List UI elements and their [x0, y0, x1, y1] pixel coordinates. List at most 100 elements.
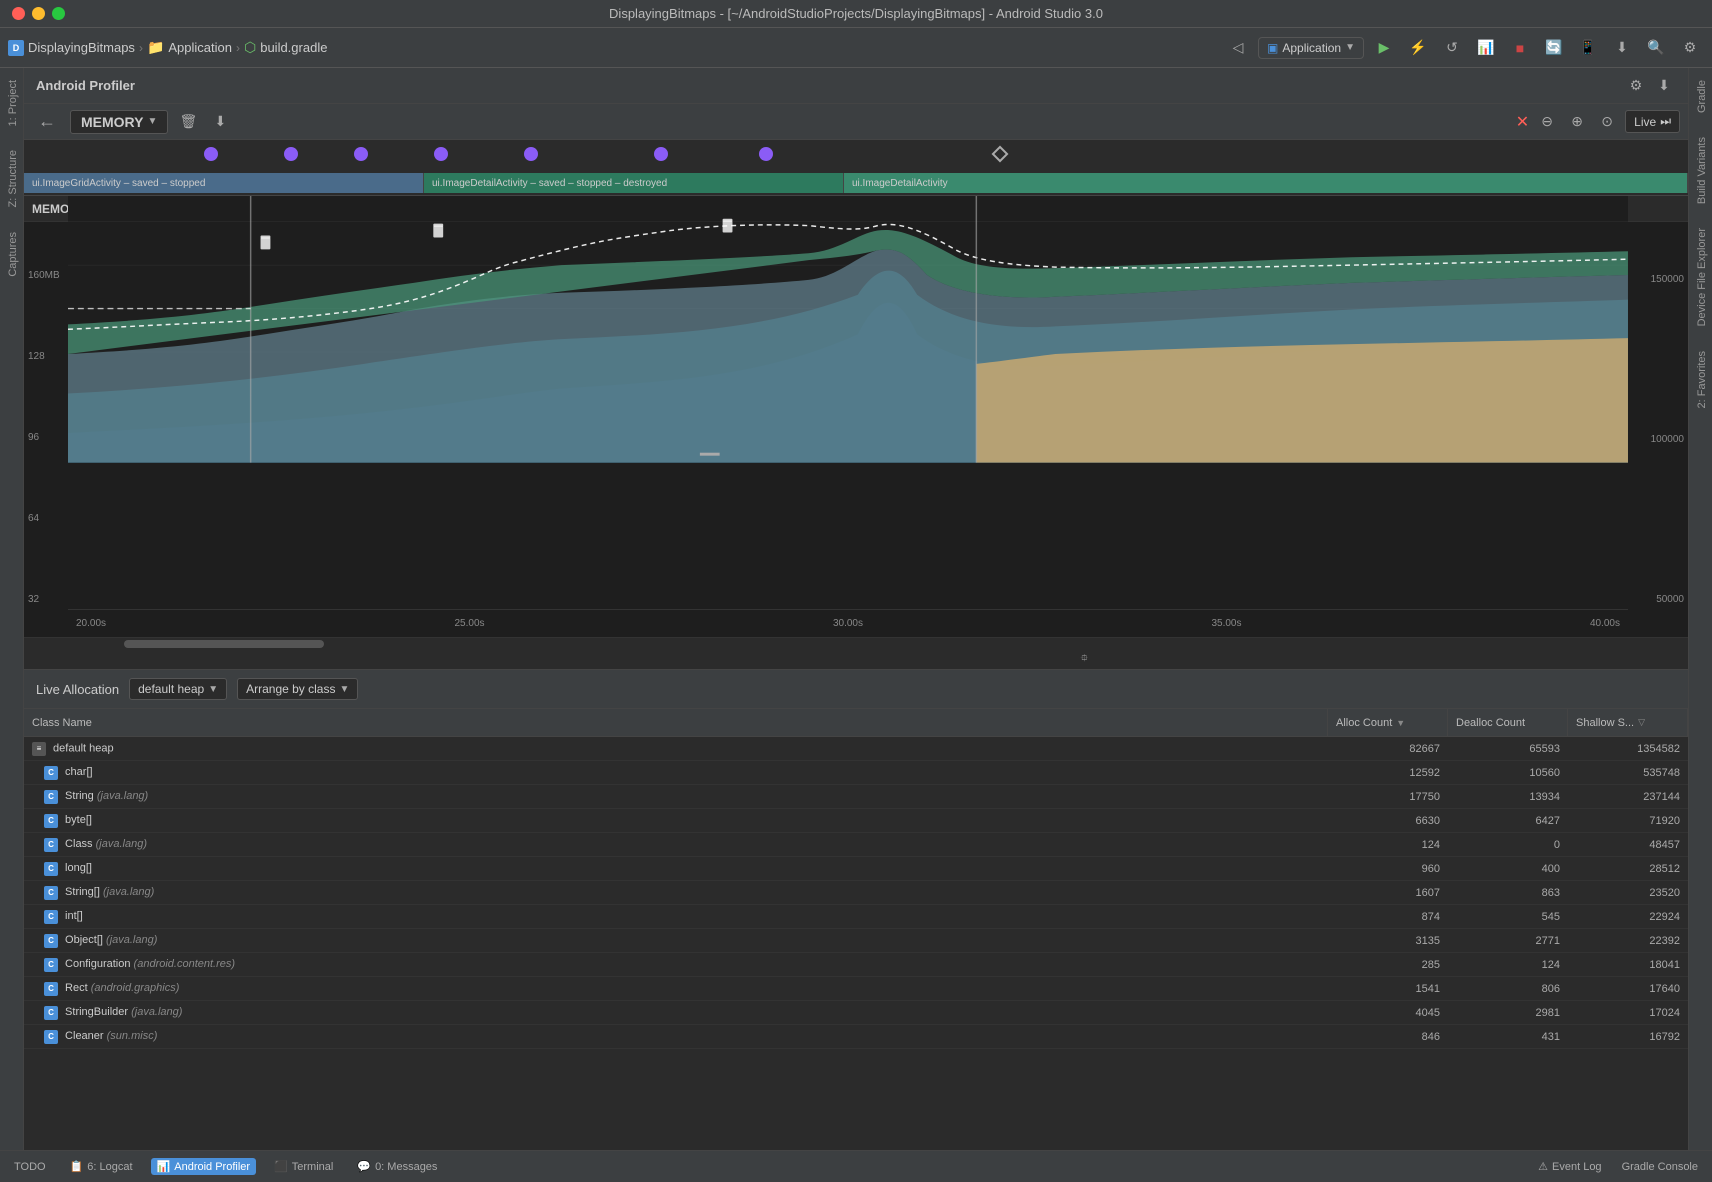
side-tab-device-file[interactable]: Device File Explorer	[1689, 216, 1712, 338]
sync-button[interactable]: 🔄	[1540, 34, 1568, 62]
table-row[interactable]: C Configuration (android.content.res) 28…	[24, 953, 1688, 977]
row-class-name: C long[]	[24, 859, 1328, 879]
class-icon: C	[44, 958, 58, 972]
breadcrumb-sep-2: ›	[236, 41, 240, 55]
gradle-console-label: Gradle Console	[1622, 1161, 1698, 1173]
cursor-pos: ⯐	[1081, 651, 1089, 668]
traffic-lights	[12, 7, 65, 20]
class-icon: C	[44, 838, 58, 852]
status-event-log[interactable]: ⚠ Event Log	[1532, 1158, 1607, 1175]
debug-button[interactable]: ⚡	[1404, 34, 1432, 62]
row-class-name: C String[] (java.lang)	[24, 883, 1328, 903]
col-class-name[interactable]: Class Name	[24, 709, 1328, 736]
memory-close-btn[interactable]: ✕	[1516, 112, 1529, 132]
breadcrumb: D DisplayingBitmaps › 📁 Application › ⬡ …	[8, 39, 327, 56]
table-row[interactable]: C Object[] (java.lang) 3135 2771 22392	[24, 929, 1688, 953]
table-row[interactable]: C char[] 12592 10560 535748	[24, 761, 1688, 785]
col-shallow-size[interactable]: Shallow S... ▽	[1568, 709, 1688, 736]
row-alloc: 846	[1328, 1028, 1448, 1046]
search-everywhere-button[interactable]: 🔍	[1642, 34, 1670, 62]
heap-dropdown-icon: ▼	[208, 684, 218, 695]
row-shallow: 18041	[1568, 956, 1688, 974]
row-shallow: 535748	[1568, 764, 1688, 782]
table-row[interactable]: C StringBuilder (java.lang) 4045 2981 17…	[24, 1001, 1688, 1025]
status-terminal[interactable]: ⬛ Terminal	[268, 1158, 339, 1175]
sdk-button[interactable]: ⬇	[1608, 34, 1636, 62]
activity-3: ui.ImageDetailActivity	[844, 173, 1688, 193]
zoom-in-btn[interactable]: ⊕	[1565, 110, 1589, 134]
col-alloc-count[interactable]: Alloc Count ▼	[1328, 709, 1448, 736]
class-icon: C	[44, 790, 58, 804]
allocation-table[interactable]: Class Name Alloc Count ▼ Dealloc Count S…	[24, 709, 1688, 1150]
row-class-name: C Configuration (android.content.res)	[24, 955, 1328, 975]
side-tab-gradle[interactable]: Gradle	[1689, 68, 1712, 125]
avd-button[interactable]: 📱	[1574, 34, 1602, 62]
gc-dot-4	[434, 147, 448, 161]
table-row[interactable]: C byte[] 6630 6427 71920	[24, 809, 1688, 833]
table-row[interactable]: C String[] (java.lang) 1607 863 23520	[24, 881, 1688, 905]
status-logcat[interactable]: 📋 6: Logcat	[64, 1158, 139, 1175]
gc-dots-row	[204, 148, 1688, 160]
back-button[interactable]: ←	[32, 109, 62, 134]
zoom-out-btn[interactable]: ⊖	[1535, 110, 1559, 134]
status-todo[interactable]: TODO	[8, 1159, 52, 1175]
profiler-close-btn[interactable]: ⬇	[1652, 74, 1676, 98]
status-messages[interactable]: 💬 0: Messages	[351, 1158, 443, 1175]
settings-button[interactable]: ⚙	[1676, 34, 1704, 62]
row-dealloc: 0	[1448, 836, 1568, 854]
table-row[interactable]: ≡ default heap 82667 65593 1354582	[24, 737, 1688, 761]
status-profiler[interactable]: 📊 Android Profiler	[151, 1158, 257, 1175]
table-row[interactable]: C String (java.lang) 17750 13934 237144	[24, 785, 1688, 809]
table-row[interactable]: C long[] 960 400 28512	[24, 857, 1688, 881]
table-row[interactable]: C Cleaner (sun.misc) 846 431 16792	[24, 1025, 1688, 1049]
row-alloc: 82667	[1328, 740, 1448, 758]
gc-dot-5	[524, 147, 538, 161]
table-row[interactable]: C Rect (android.graphics) 1541 806 17640	[24, 977, 1688, 1001]
heap-select-label: default heap	[138, 682, 204, 696]
profiler-settings-btn[interactable]: ⚙	[1624, 74, 1648, 98]
run-button[interactable]: ▶	[1370, 34, 1398, 62]
row-alloc: 12592	[1328, 764, 1448, 782]
run-config-dropdown[interactable]: ▣ Application ▼	[1258, 37, 1364, 59]
side-tab-captures[interactable]: Captures	[0, 220, 23, 289]
heap-select-dropdown[interactable]: default heap ▼	[129, 678, 227, 700]
memory-dropdown-icon: ▼	[147, 116, 157, 127]
arrange-select-dropdown[interactable]: Arrange by class ▼	[237, 678, 358, 700]
gc-dot-1	[204, 147, 218, 161]
gc-button[interactable]: 🗑	[176, 110, 200, 134]
chart-scrollbar[interactable]	[24, 637, 1688, 649]
profile-button[interactable]: 📊	[1472, 34, 1500, 62]
arrange-select-label: Arrange by class	[246, 682, 335, 696]
x-axis: 20.00s 25.00s 30.00s 35.00s 40.00s	[68, 609, 1628, 637]
dropdown-icon: ▼	[1345, 42, 1355, 53]
table-row[interactable]: C int[] 874 545 22924	[24, 905, 1688, 929]
status-gradle-console[interactable]: Gradle Console	[1616, 1158, 1704, 1175]
row-dealloc: 6427	[1448, 812, 1568, 830]
live-button[interactable]: Live ⏭	[1625, 110, 1680, 133]
maximize-button[interactable]	[52, 7, 65, 20]
side-tab-project[interactable]: 1: Project	[0, 68, 23, 138]
side-tab-favorites[interactable]: 2: Favorites	[1689, 339, 1712, 420]
fit-btn[interactable]: ⊙	[1595, 110, 1619, 134]
chart-area[interactable]: MEMORY Total: 126.21MB Java: 6.3MB Nativ…	[24, 196, 1688, 637]
gc-diamond	[992, 146, 1009, 163]
table-row[interactable]: C Class (java.lang) 124 0 48457	[24, 833, 1688, 857]
side-tab-structure[interactable]: Z: Structure	[0, 138, 23, 219]
activity-label-row: ui.ImageGridActivity – saved – stopped u…	[24, 171, 1688, 195]
module-name[interactable]: 📁 Application	[147, 39, 232, 56]
col-dealloc-count[interactable]: Dealloc Count	[1448, 709, 1568, 736]
y-axis-left: 160MB 128 96 64 32	[24, 196, 68, 609]
minimize-button[interactable]	[32, 7, 45, 20]
side-tab-build-variants[interactable]: Build Variants	[1689, 125, 1712, 216]
scrollbar-thumb[interactable]	[124, 640, 324, 648]
run-left-btn[interactable]: ◁	[1224, 34, 1252, 62]
file-name[interactable]: ⬡ build.gradle	[244, 39, 327, 56]
arrange-dropdown-icon: ▼	[339, 684, 349, 695]
memory-dropdown[interactable]: MEMORY ▼	[70, 110, 168, 134]
project-name[interactable]: DisplayingBitmaps	[28, 40, 135, 55]
dump-heap-button[interactable]: ⬇	[208, 110, 232, 134]
apply-changes-btn[interactable]: ↺	[1438, 34, 1466, 62]
close-button[interactable]	[12, 7, 25, 20]
logcat-icon: 📋	[70, 1160, 84, 1173]
stop-button[interactable]: ■	[1506, 34, 1534, 62]
